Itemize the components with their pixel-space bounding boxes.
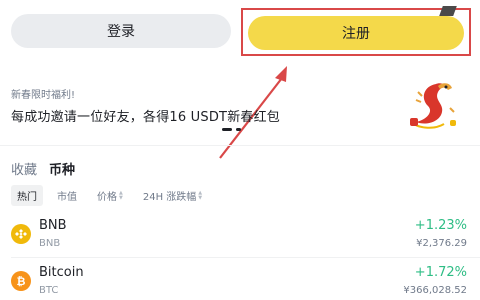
login-button[interactable]: 登录 — [11, 14, 231, 48]
coin-row-bitcoin[interactable]: ₿ Bitcoin BTC +1.72% ¥366,028.52 — [11, 265, 469, 300]
coin-name: Bitcoin — [39, 265, 84, 280]
filter-change-24h[interactable]: 24H 涨跌幅 ▲ ▼ — [137, 185, 208, 206]
filter-market-cap-label: 市值 — [57, 192, 77, 203]
coin-symbol: BNB — [39, 238, 61, 249]
filter-hot[interactable]: 热门 — [11, 185, 43, 206]
section-divider — [0, 145, 480, 146]
carousel-dot-active — [222, 128, 232, 131]
row-divider — [11, 257, 480, 258]
carousel-dot — [236, 128, 241, 131]
coin-price: ¥366,028.52 — [403, 285, 467, 296]
sort-icon: ▲ ▼ — [198, 189, 203, 201]
tab-favorites[interactable]: 收藏 — [11, 159, 37, 178]
promo-text: 每成功邀请一位好友，各得16 USDT新春红包 — [11, 110, 280, 125]
register-highlight-box: 注册 — [241, 8, 471, 56]
auth-buttons: 登录 注册 — [11, 6, 471, 56]
bitcoin-icon: ₿ — [11, 271, 31, 291]
tab-coins[interactable]: 币种 — [49, 159, 75, 178]
promo-tag: 新春限时福利! — [11, 90, 76, 101]
coin-change: +1.23% — [414, 218, 467, 233]
market-tabs: 收藏 币种 — [11, 159, 75, 178]
coin-symbol: BTC — [39, 285, 59, 296]
dragon-icon — [410, 83, 456, 129]
bnb-icon — [11, 224, 31, 244]
filter-price[interactable]: 价格 ▲ ▼ — [91, 185, 129, 206]
carousel-indicator — [222, 128, 241, 131]
coin-name: BNB — [39, 218, 67, 233]
coin-price: ¥2,376.29 — [416, 238, 467, 249]
coin-change: +1.72% — [414, 265, 467, 280]
coin-row-bnb[interactable]: BNB BNB +1.23% ¥2,376.29 — [11, 218, 469, 258]
filter-hot-label: 热门 — [17, 192, 37, 203]
filter-price-label: 价格 — [97, 192, 117, 203]
promo-banner[interactable]: 新春限时福利! 每成功邀请一位好友，各得16 USDT新春红包 — [11, 86, 411, 125]
filter-bar: 热门 市值 价格 ▲ ▼ 24H 涨跌幅 ▲ ▼ — [11, 185, 208, 206]
filter-change-label: 24H 涨跌幅 — [142, 192, 197, 203]
register-button[interactable]: 注册 — [248, 16, 464, 50]
filter-market-cap[interactable]: 市值 — [51, 185, 83, 206]
sort-icon: ▲ ▼ — [119, 189, 123, 201]
